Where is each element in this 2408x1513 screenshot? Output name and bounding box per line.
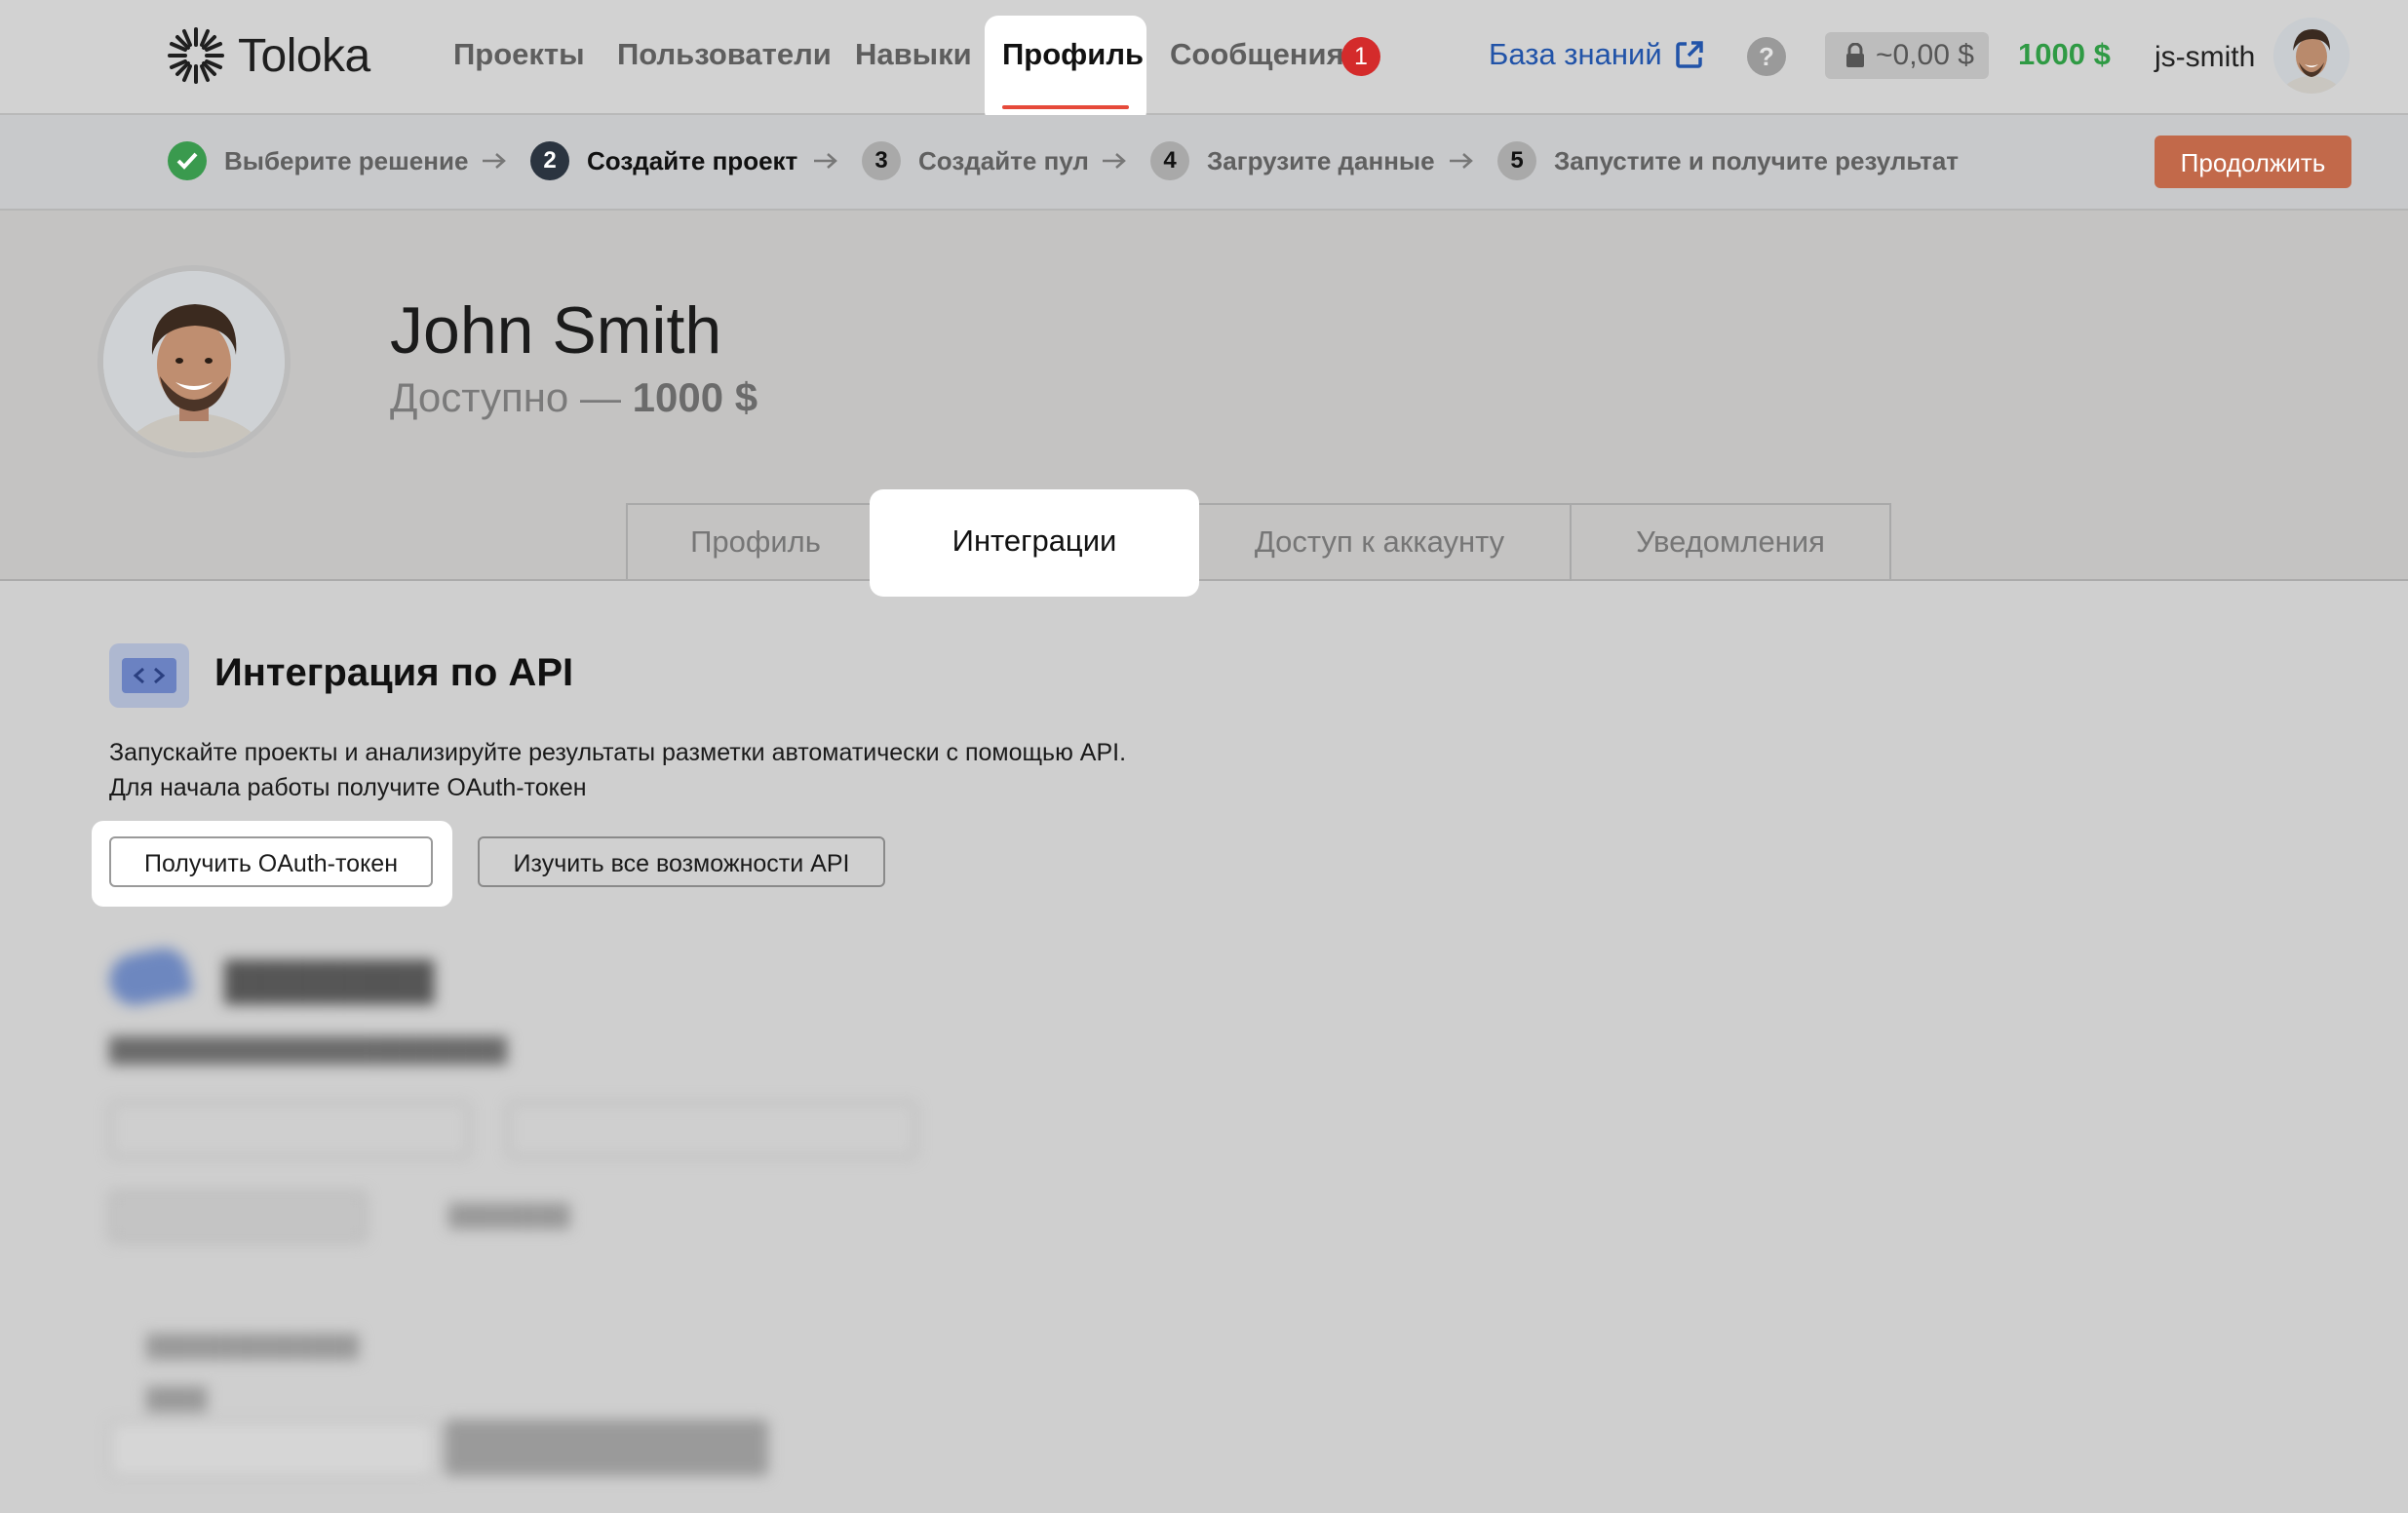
api-code-icon: [109, 643, 189, 708]
locked-balance-value: ~0,00 $: [1876, 39, 1974, 71]
step-arrow-icon: [1103, 153, 1126, 169]
toloka-logo-icon: [168, 27, 224, 84]
brand-name: Toloka: [238, 29, 370, 82]
knowledge-base-label: База знаний: [1489, 37, 1662, 71]
blurred-text: ██████████████: [146, 1334, 360, 1358]
blurred-text: ████: [146, 1386, 208, 1411]
nav-skills[interactable]: Навыки: [855, 37, 972, 72]
profile-name: John Smith: [390, 293, 722, 368]
step-number: 3: [862, 141, 901, 180]
help-icon[interactable]: ?: [1747, 37, 1786, 76]
step-label: Запустите и получите результат: [1554, 145, 1960, 175]
step-upload-data[interactable]: 4 Загрузите данные: [1150, 141, 1435, 180]
step-choose-solution[interactable]: Выберите решение: [168, 141, 468, 180]
nav-projects[interactable]: Проекты: [453, 37, 585, 72]
blurred-button: [109, 1102, 470, 1158]
get-oauth-token-button[interactable]: Получить OAuth-токен: [109, 836, 433, 887]
step-number: 5: [1497, 141, 1536, 180]
top-header: Toloka Проекты Пользователи Навыки Профи…: [0, 0, 2408, 125]
lock-icon: [1846, 43, 1864, 67]
available-label: Доступно —: [390, 374, 633, 420]
available-balance: Доступно — 1000 $: [390, 374, 757, 421]
username[interactable]: js-smith: [2155, 41, 2255, 74]
profile-tabs: Профиль Доступ к аккаунту Уведомления: [626, 503, 1891, 581]
blurred-yandex-disk-section: ████████ ████████████████████████ ██████…: [0, 936, 1072, 1513]
available-amount: 1000 $: [632, 374, 758, 420]
step-create-project[interactable]: 2 Создайте проект: [530, 141, 797, 180]
blurred-input: [109, 1421, 435, 1478]
api-description-line1: Запускайте проекты и анализируйте резуль…: [109, 739, 1127, 766]
tab-account-access[interactable]: Доступ к аккаунту: [1189, 505, 1570, 581]
step-create-pool[interactable]: 3 Создайте пул: [862, 141, 1089, 180]
api-description-line2: Для начала работы получите OAuth-токен: [109, 774, 587, 801]
blurred-title: ████████: [224, 961, 435, 1002]
step-label: Загрузите данные: [1207, 145, 1435, 175]
api-description: Запускайте проекты и анализируйте резуль…: [109, 735, 1126, 805]
external-link-icon: [1675, 41, 1703, 68]
messages-count-badge: 1: [1341, 37, 1380, 76]
explore-api-button[interactable]: Изучить все возможности API: [478, 836, 885, 887]
step-done-check-icon: [168, 141, 207, 180]
step-number: 4: [1150, 141, 1189, 180]
step-label: Выберите решение: [224, 145, 469, 175]
tab-integrations[interactable]: Интеграции: [870, 489, 1199, 597]
brand-logo[interactable]: Toloka: [166, 25, 370, 86]
blurred-text: ████████: [448, 1203, 570, 1227]
profile-photo-image: [103, 271, 285, 452]
profile-avatar: [97, 265, 291, 458]
step-label: Создайте пул: [918, 145, 1089, 175]
nav-profile[interactable]: Профиль: [985, 16, 1146, 125]
blurred-button: [507, 1102, 916, 1158]
avatar-face-image: [2273, 18, 2350, 94]
step-arrow-icon: [1450, 153, 1473, 169]
nav-profile-label: Профиль: [1002, 37, 1145, 71]
blurred-description: ████████████████████████: [109, 1037, 508, 1064]
disk-icon: [104, 944, 194, 1010]
step-launch-results[interactable]: 5 Запустите и получите результат: [1497, 141, 1959, 180]
knowledge-base-link[interactable]: База знаний: [1489, 37, 1705, 72]
api-section-title: Интеграция по API: [214, 651, 574, 694]
step-label: Создайте проект: [587, 145, 798, 175]
locked-balance: ~0,00 $: [1825, 32, 1989, 79]
nav-users[interactable]: Пользователи: [617, 37, 832, 72]
account-balance[interactable]: 1000 $: [2018, 37, 2111, 72]
step-arrow-icon: [814, 153, 837, 169]
continue-button[interactable]: Продолжить: [2155, 136, 2351, 188]
step-number: 2: [530, 141, 569, 180]
blurred-submit-button: [445, 1419, 768, 1476]
nav-messages[interactable]: Сообщения: [1170, 37, 1344, 72]
blurred-button: [109, 1191, 367, 1242]
user-avatar[interactable]: [2273, 18, 2350, 94]
tab-notifications[interactable]: Уведомления: [1572, 505, 1889, 581]
step-arrow-icon: [483, 153, 506, 169]
active-underline: [1002, 105, 1129, 109]
tab-profile[interactable]: Профиль: [628, 505, 883, 581]
